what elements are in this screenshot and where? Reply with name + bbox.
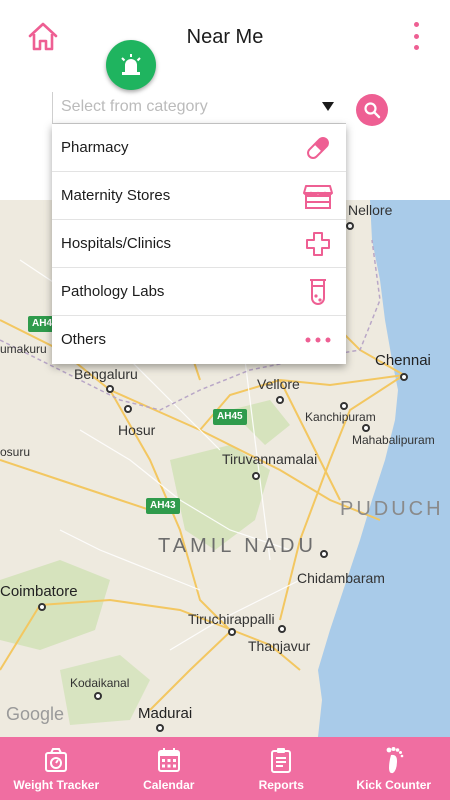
map-label-puducherry: PUDUCH xyxy=(340,498,444,520)
footprint-icon xyxy=(381,746,407,774)
app-header: Near Me xyxy=(0,0,450,90)
nav-kick-counter[interactable]: Kick Counter xyxy=(338,737,450,800)
map-label-chidambaram: Chidambaram xyxy=(297,570,385,586)
map-city-dot xyxy=(278,625,286,633)
map-city-dot xyxy=(400,373,408,381)
emergency-button[interactable] xyxy=(106,40,156,90)
map-label-tiruchirappalli: Tiruchirappalli xyxy=(188,611,275,627)
nav-reports[interactable]: Reports xyxy=(225,737,338,800)
map-city-dot xyxy=(362,424,370,432)
search-icon xyxy=(364,102,381,119)
map-city-dot xyxy=(124,405,132,413)
map-label-tiruvannamalai: Tiruvannamalai xyxy=(222,451,318,467)
map-city-dot xyxy=(320,550,328,558)
map-label-thanjavur: Thanjavur xyxy=(248,638,311,654)
category-option-others[interactable]: Others xyxy=(52,316,346,364)
test-tube-icon xyxy=(302,276,334,308)
dropdown-arrow-icon xyxy=(322,102,334,111)
scale-icon xyxy=(43,746,69,774)
map-label-kanchipuram: Kanchipuram xyxy=(305,410,376,424)
map-label-chennai: Chennai xyxy=(375,352,431,369)
page-title: Near Me xyxy=(186,26,264,48)
map-label-hosuru: osuru xyxy=(0,445,31,459)
map-city-dot xyxy=(276,396,284,404)
category-option-label: Pathology Labs xyxy=(61,283,165,300)
map-label-tamil-nadu: TAMIL NADU xyxy=(158,535,317,557)
map-label-tumakuru: umakuru xyxy=(0,342,47,356)
nav-calendar[interactable]: Calendar xyxy=(113,737,226,800)
search-button[interactable] xyxy=(356,94,388,126)
overflow-menu-icon xyxy=(413,22,419,27)
map-shield-ah43: AH43 xyxy=(146,498,180,514)
pill-icon xyxy=(302,132,334,164)
map-city-dot xyxy=(346,222,354,230)
map-city-dot xyxy=(252,472,260,480)
cross-icon xyxy=(302,228,334,260)
overflow-menu-dot xyxy=(413,33,419,39)
nav-label: Weight Tracker xyxy=(13,778,100,792)
store-icon xyxy=(302,180,334,212)
category-option-label: Others xyxy=(61,331,107,348)
map-label-mahabalipuram: Mahabalipuram xyxy=(352,433,435,447)
map-label-bengaluru: Bengaluru xyxy=(74,366,138,382)
map-shield-ah45: AH45 xyxy=(213,409,247,425)
map-city-dot xyxy=(38,603,46,611)
overflow-menu-button[interactable] xyxy=(404,20,428,52)
map-city-dot xyxy=(340,402,348,410)
map-label-vellore: Vellore xyxy=(257,376,300,392)
map-label-madurai: Madurai xyxy=(138,705,193,722)
google-attribution: Google xyxy=(6,704,65,724)
category-option-label: Pharmacy xyxy=(61,139,129,156)
category-option-pharmacy[interactable]: Pharmacy xyxy=(52,124,346,172)
nav-label: Kick Counter xyxy=(356,778,432,792)
category-option-maternity-stores[interactable]: Maternity Stores xyxy=(52,172,346,220)
overflow-menu-dot xyxy=(413,45,419,50)
category-option-label: Hospitals/Clinics xyxy=(61,235,172,252)
map-label-coimbatore: Coimbatore xyxy=(0,583,78,600)
category-option-pathology-labs[interactable]: Pathology Labs xyxy=(52,268,346,316)
map-city-dot xyxy=(228,628,236,636)
calendar-icon xyxy=(156,746,182,774)
category-dropdown: Pharmacy Maternity Stores Hospitals/Clin… xyxy=(52,124,346,364)
category-option-label: Maternity Stores xyxy=(61,187,171,204)
clipboard-icon xyxy=(268,746,294,774)
map-label-nellore: Nellore xyxy=(348,202,393,218)
nav-label: Calendar xyxy=(143,778,195,792)
category-select-placeholder: Select from category xyxy=(61,98,208,115)
map-city-dot xyxy=(94,692,102,700)
map-city-dot xyxy=(106,385,114,393)
nav-weight-tracker[interactable]: Weight Tracker xyxy=(0,737,113,800)
bottom-navigation: Weight Tracker Calendar Reports Kick Cou… xyxy=(0,737,450,800)
nav-label: Reports xyxy=(258,778,304,792)
map-city-dot xyxy=(156,724,164,732)
category-option-hospitals-clinics[interactable]: Hospitals/Clinics xyxy=(52,220,346,268)
more-dots-icon xyxy=(302,324,334,356)
category-select[interactable]: Select from category xyxy=(52,92,346,124)
map-label-kodaikanal: Kodaikanal xyxy=(70,676,130,690)
siren-icon xyxy=(121,54,141,75)
map-label-hosur: Hosur xyxy=(118,422,156,438)
